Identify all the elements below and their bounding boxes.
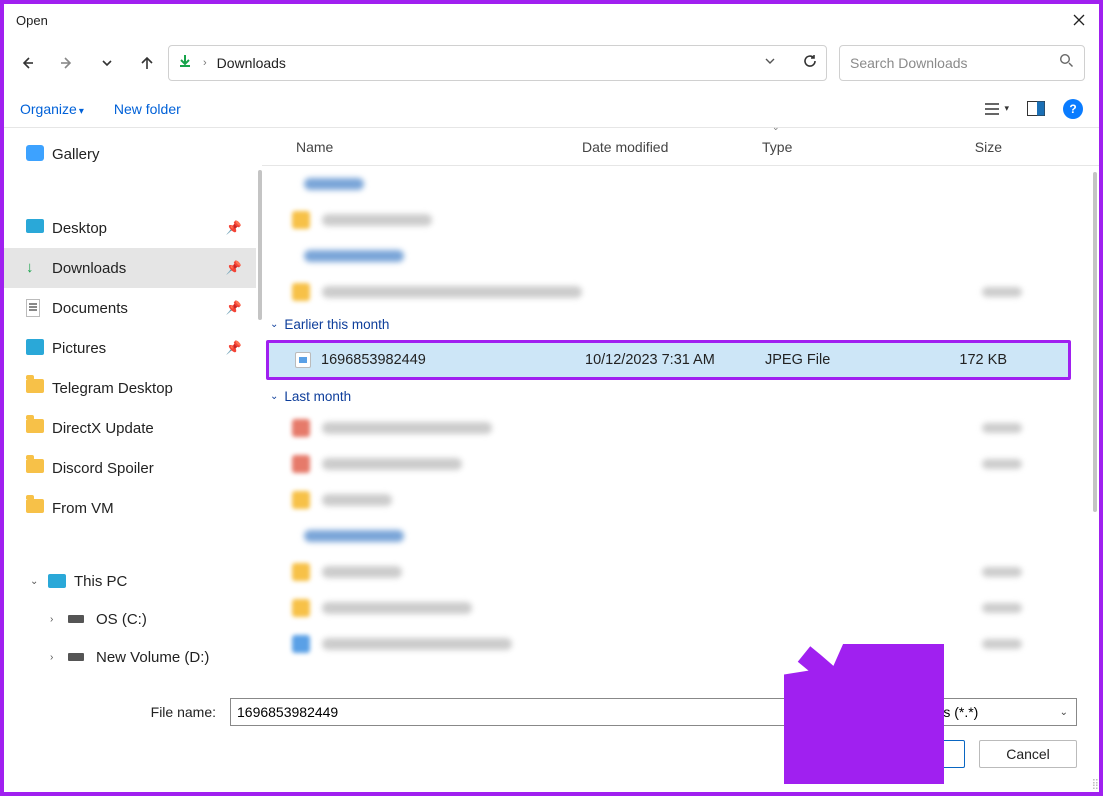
list-item[interactable] <box>262 626 1079 662</box>
folder-icon <box>26 379 44 393</box>
pin-icon: 📌 <box>226 340 242 356</box>
chevron-down-icon[interactable]: ⌄ <box>1060 707 1068 718</box>
col-type[interactable]: Type <box>762 139 912 155</box>
titlebar: Open <box>4 4 1099 36</box>
image-file-icon <box>295 352 311 368</box>
list-item[interactable] <box>262 274 1079 310</box>
sidebar-item-pictures[interactable]: Pictures📌 <box>4 328 256 368</box>
resize-grip[interactable]: ⣿ <box>1092 779 1097 790</box>
desktop-icon <box>26 219 44 233</box>
tree-this-pc[interactable]: ⌄This PC <box>4 562 256 600</box>
pin-icon: 📌 <box>226 220 242 236</box>
chevron-down-icon[interactable]: ⌄ <box>30 576 40 587</box>
sidebar-item-telegram[interactable]: Telegram Desktop <box>4 368 256 408</box>
cancel-button[interactable]: Cancel <box>979 740 1077 768</box>
close-icon[interactable] <box>1069 10 1089 30</box>
file-scrollbar[interactable] <box>1093 172 1097 512</box>
document-icon <box>26 299 40 317</box>
selected-file-highlight: 1696853982449 10/12/2023 7:31 AM JPEG Fi… <box>266 340 1071 380</box>
gallery-icon <box>26 145 44 161</box>
search-icon <box>1059 53 1074 73</box>
file-pane: ⌄ Name Date modified Type Size ⌄Earlier … <box>262 128 1099 688</box>
filename-row: File name: 1696853982449 ⌄ All files (*.… <box>4 688 1099 736</box>
breadcrumb-separator-icon: › <box>203 57 207 69</box>
filename-label: File name: <box>4 704 220 720</box>
forward-button[interactable] <box>58 54 76 72</box>
folder-icon <box>26 459 44 473</box>
nav-row: › Downloads Search Downloads <box>4 36 1099 90</box>
dialog-title: Open <box>16 13 48 28</box>
filename-input[interactable]: 1696853982449 ⌄ <box>230 698 889 726</box>
group-last-month[interactable]: ⌄Last month <box>262 382 1079 410</box>
toolbar: Organize▾ New folder ▾ ? <box>4 90 1099 128</box>
group-earlier-this-month[interactable]: ⌄Earlier this month <box>262 310 1079 338</box>
download-folder-icon: ↓ <box>26 259 44 277</box>
view-menu[interactable]: ▾ <box>984 102 1009 116</box>
pin-icon: 📌 <box>226 260 242 276</box>
sidebar-item-directx[interactable]: DirectX Update <box>4 408 256 448</box>
list-item[interactable] <box>262 410 1079 446</box>
column-headers: Name Date modified Type Size <box>262 128 1099 166</box>
list-item[interactable] <box>262 590 1079 626</box>
list-item[interactable] <box>262 554 1079 590</box>
file-type: JPEG File <box>765 352 915 368</box>
organize-menu[interactable]: Organize▾ <box>20 101 84 117</box>
download-icon <box>177 53 193 74</box>
chevron-right-icon[interactable]: › <box>50 652 60 663</box>
recent-dropdown[interactable] <box>98 54 116 72</box>
sidebar-item-discord[interactable]: Discord Spoiler <box>4 448 256 488</box>
file-row-selected[interactable]: 1696853982449 10/12/2023 7:31 AM JPEG Fi… <box>269 343 1068 377</box>
col-size[interactable]: Size <box>912 139 1022 155</box>
col-date[interactable]: Date modified <box>582 139 762 155</box>
search-placeholder: Search Downloads <box>850 55 1059 71</box>
nav-buttons <box>18 54 156 72</box>
dialog-actions: Open Cancel <box>4 736 1099 790</box>
preview-pane-button[interactable] <box>1027 101 1045 116</box>
tree-drive-c[interactable]: ›OS (C:) <box>4 600 256 638</box>
chevron-down-icon: ⌄ <box>270 319 278 330</box>
sidebar-item-documents[interactable]: Documents📌 <box>4 288 256 328</box>
folder-icon <box>26 499 44 513</box>
list-item[interactable] <box>262 166 1079 202</box>
drive-icon <box>68 653 84 661</box>
file-size: 172 KB <box>915 352 1025 368</box>
up-button[interactable] <box>138 54 156 72</box>
refresh-button[interactable] <box>802 53 818 74</box>
sort-indicator-icon: ⌄ <box>772 122 780 133</box>
address-dropdown[interactable] <box>764 54 776 72</box>
new-folder-button[interactable]: New folder <box>114 101 181 117</box>
list-item[interactable] <box>262 482 1079 518</box>
help-button[interactable]: ? <box>1063 99 1083 119</box>
file-type-filter[interactable]: All files (*.*) ⌄ <box>899 698 1077 726</box>
open-button[interactable]: Open <box>867 740 965 768</box>
search-input[interactable]: Search Downloads <box>839 45 1085 81</box>
list-item[interactable] <box>262 238 1079 274</box>
tree-drive-d[interactable]: ›New Volume (D:) <box>4 638 256 676</box>
pc-icon <box>48 574 66 588</box>
pictures-icon <box>26 339 44 355</box>
sidebar: Gallery Desktop📌 ↓Downloads📌 Documents📌 … <box>4 128 256 688</box>
pin-icon: 📌 <box>226 300 242 316</box>
sidebar-item-fromvm[interactable]: From VM <box>4 488 256 528</box>
drive-icon <box>68 615 84 623</box>
address-bar[interactable]: › Downloads <box>168 45 827 81</box>
chevron-right-icon[interactable]: › <box>50 614 60 625</box>
breadcrumb-location[interactable]: Downloads <box>217 55 286 71</box>
file-date: 10/12/2023 7:31 AM <box>585 352 765 368</box>
chevron-down-icon[interactable]: ⌄ <box>874 707 882 718</box>
sidebar-item-desktop[interactable]: Desktop📌 <box>4 208 256 248</box>
sidebar-item-gallery[interactable]: Gallery <box>4 134 256 174</box>
sidebar-item-downloads[interactable]: ↓Downloads📌 <box>4 248 256 288</box>
back-button[interactable] <box>18 54 36 72</box>
file-name: 1696853982449 <box>321 352 426 368</box>
file-rows: ⌄Earlier this month 1696853982449 10/12/… <box>262 166 1099 688</box>
chevron-down-icon: ⌄ <box>270 391 278 402</box>
main-area: Gallery Desktop📌 ↓Downloads📌 Documents📌 … <box>4 128 1099 688</box>
list-item[interactable] <box>262 518 1079 554</box>
list-item[interactable] <box>262 202 1079 238</box>
col-name[interactable]: Name <box>262 139 582 155</box>
list-item[interactable] <box>262 446 1079 482</box>
folder-icon <box>26 419 44 433</box>
